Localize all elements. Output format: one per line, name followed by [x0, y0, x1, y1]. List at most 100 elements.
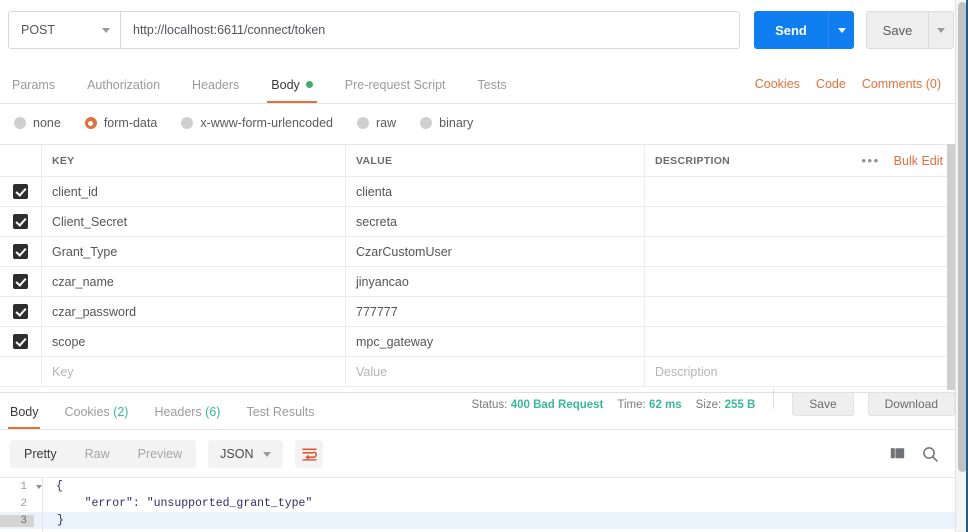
tab-authorization[interactable]: Authorization: [71, 78, 176, 104]
response-body-editor[interactable]: 1 { 2 "error": "unsupported_grant_type" …: [0, 478, 955, 532]
tab-label: Headers: [192, 77, 240, 92]
response-view-mode-group: Pretty Raw Preview: [10, 440, 197, 468]
body-type-binary[interactable]: binary: [420, 116, 473, 130]
row-checkbox[interactable]: [13, 184, 28, 199]
row-key-cell[interactable]: Client_Secret: [42, 207, 346, 236]
key-placeholder: Key: [52, 364, 74, 379]
table-row[interactable]: czar_name jinyancao: [0, 267, 955, 297]
row-value-cell[interactable]: clienta: [346, 177, 645, 206]
row-description-cell[interactable]: [645, 207, 955, 236]
line-number: 3: [0, 514, 34, 527]
table-scrollbar[interactable]: [947, 144, 955, 390]
table-row[interactable]: scope mpc_gateway: [0, 327, 955, 357]
header-value-cell: VALUE: [346, 145, 645, 176]
response-tab-test-results[interactable]: Test Results: [233, 405, 327, 430]
new-row-description-input[interactable]: Description: [645, 357, 955, 386]
header-check-cell: [0, 145, 42, 176]
tab-headers[interactable]: Headers: [176, 77, 255, 104]
view-mode-raw[interactable]: Raw: [71, 440, 124, 468]
fold-arrow-icon[interactable]: [36, 484, 42, 489]
table-row[interactable]: Client_Secret secreta: [0, 207, 955, 237]
body-type-form-data[interactable]: form-data: [84, 116, 157, 130]
view-mode-pretty[interactable]: Pretty: [10, 440, 71, 468]
row-key-cell[interactable]: czar_password: [42, 297, 346, 326]
divider: [773, 389, 775, 409]
row-value-cell[interactable]: secreta: [346, 207, 645, 236]
row-checkbox[interactable]: [13, 244, 28, 259]
response-tab-cookies[interactable]: Cookies (2): [52, 405, 142, 430]
row-value-cell[interactable]: 777777: [346, 297, 645, 326]
value-placeholder: Value: [356, 364, 388, 379]
body-type-raw[interactable]: raw: [357, 116, 396, 130]
tab-body[interactable]: Body: [255, 78, 329, 104]
tab-params[interactable]: Params: [0, 78, 71, 104]
row-key-cell[interactable]: scope: [42, 327, 346, 356]
table-scrollbar-thumb[interactable]: [947, 144, 955, 390]
tab-label: Tests: [477, 77, 507, 92]
row-description-cell[interactable]: [645, 297, 955, 326]
body-type-urlencoded[interactable]: x-www-form-urlencoded: [181, 116, 333, 130]
search-button[interactable]: [922, 446, 939, 463]
row-value-cell[interactable]: jinyancao: [346, 267, 645, 296]
response-meta: Status: 400 Bad Request Time: 62 ms Size…: [472, 389, 955, 429]
row-value-cell[interactable]: mpc_gateway: [346, 327, 645, 356]
tab-tests[interactable]: Tests: [462, 77, 523, 104]
row-value-value: mpc_gateway: [356, 334, 434, 349]
send-options-button[interactable]: [828, 11, 854, 49]
response-tab-headers[interactable]: Headers (6): [141, 405, 233, 430]
row-checkbox[interactable]: [13, 304, 28, 319]
save-button-group: Save: [866, 11, 954, 49]
table-header-actions: ••• Bulk Edit: [862, 154, 956, 168]
table-row[interactable]: client_id clienta: [0, 177, 955, 207]
row-key-value: Client_Secret: [52, 214, 128, 229]
table-row[interactable]: czar_password 777777: [0, 297, 955, 327]
cookies-link[interactable]: Cookies: [755, 77, 800, 91]
tab-pre-request-script[interactable]: Pre-request Script: [329, 78, 462, 104]
radio-icon: [14, 117, 26, 129]
row-key-cell[interactable]: client_id: [42, 177, 346, 206]
ellipsis-icon[interactable]: •••: [862, 154, 880, 167]
row-description-cell[interactable]: [645, 327, 955, 356]
http-method-select[interactable]: POST: [8, 11, 120, 49]
response-tabs: Body Cookies (2) Headers (6) Test Result…: [0, 389, 955, 430]
row-key-cell[interactable]: czar_name: [42, 267, 346, 296]
row-checkbox-cell: [0, 237, 42, 266]
row-value-value: 777777: [356, 304, 398, 319]
bulk-edit-button[interactable]: Bulk Edit: [894, 154, 943, 168]
save-request-button[interactable]: Save: [866, 11, 928, 49]
code-link[interactable]: Code: [816, 77, 846, 91]
row-description-cell[interactable]: [645, 267, 955, 296]
row-description-cell[interactable]: [645, 177, 955, 206]
response-language-select[interactable]: JSON: [208, 440, 284, 468]
new-row-value-input[interactable]: Value: [346, 357, 645, 386]
row-description-cell[interactable]: [645, 237, 955, 266]
save-response-button[interactable]: Save: [792, 392, 854, 416]
size-group: Size: 255 B: [696, 397, 756, 411]
comments-link[interactable]: Comments (0): [862, 77, 941, 91]
new-row-key-input[interactable]: Key: [42, 357, 346, 386]
row-checkbox[interactable]: [13, 334, 28, 349]
http-method-value: POST: [21, 23, 56, 37]
send-button[interactable]: Send: [754, 11, 828, 49]
row-checkbox[interactable]: [13, 274, 28, 289]
code-text: }: [57, 514, 64, 527]
row-key-cell[interactable]: Grant_Type: [42, 237, 346, 266]
wrap-lines-button[interactable]: [295, 440, 324, 468]
response-tab-body[interactable]: Body: [0, 405, 52, 430]
row-checkbox[interactable]: [13, 214, 28, 229]
table-row[interactable]: Grant_Type CzarCustomUser: [0, 237, 955, 267]
view-mode-preview[interactable]: Preview: [124, 440, 196, 468]
body-type-none[interactable]: none: [14, 116, 61, 130]
row-value-cell[interactable]: CzarCustomUser: [346, 237, 645, 266]
table-new-row[interactable]: Key Value Description: [0, 357, 955, 387]
copy-button[interactable]: [890, 446, 906, 462]
column-header-description: DESCRIPTION: [655, 154, 731, 167]
chevron-down-icon: [102, 27, 110, 33]
save-options-button[interactable]: [928, 11, 954, 49]
time-label: Time:: [617, 399, 646, 411]
wrap-lines-icon: [302, 448, 317, 461]
radio-label: none: [33, 116, 61, 130]
download-response-button[interactable]: Download: [867, 392, 955, 416]
chevron-down-icon: [937, 27, 945, 33]
url-input[interactable]: http://localhost:6611/connect/token: [120, 11, 740, 49]
